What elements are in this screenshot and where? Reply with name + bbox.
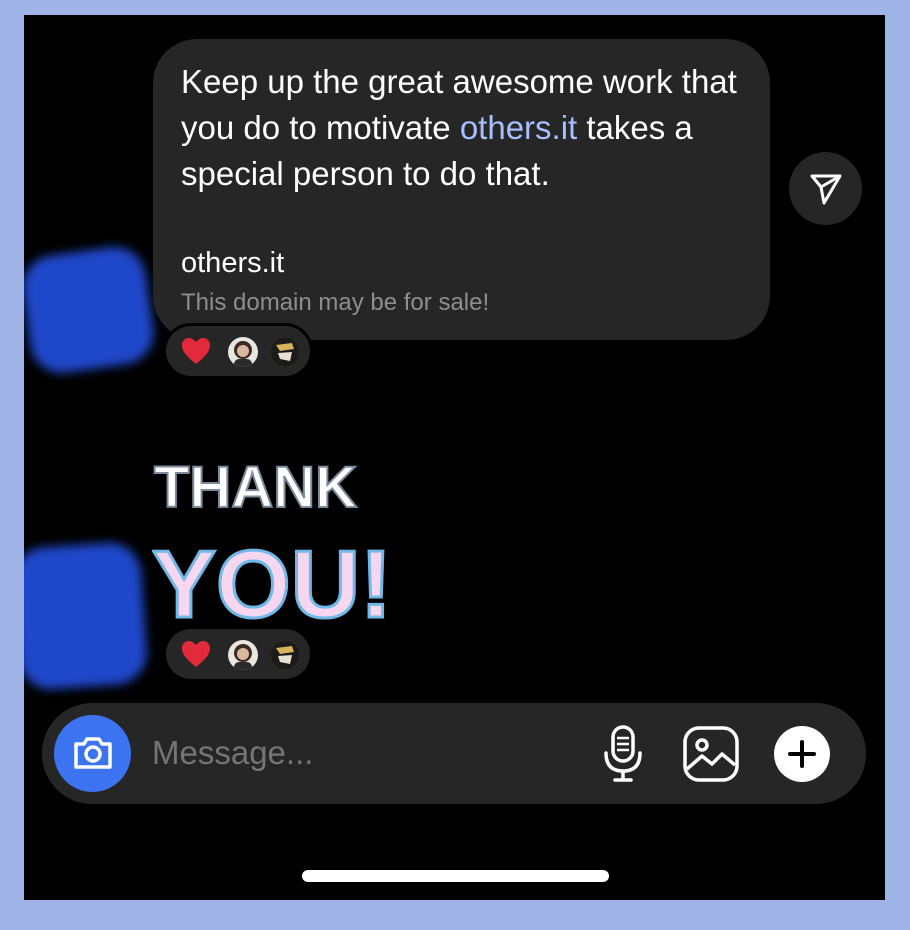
avatar xyxy=(270,337,300,367)
add-button[interactable] xyxy=(774,726,830,782)
link-preview-subtitle: This domain may be for sale! xyxy=(181,289,490,316)
avatar xyxy=(228,337,258,367)
link-preview-title[interactable]: others.it xyxy=(181,247,284,280)
gallery-icon[interactable] xyxy=(682,725,740,783)
share-button[interactable] xyxy=(789,152,862,225)
send-icon xyxy=(810,174,842,205)
sticker-line-1: THANK xyxy=(154,455,357,520)
reactions-bar[interactable] xyxy=(163,323,313,379)
avatar xyxy=(270,640,300,670)
blurred-avatar xyxy=(24,540,149,692)
avatar xyxy=(228,640,258,670)
camera-icon xyxy=(74,737,112,769)
heart-icon xyxy=(182,338,210,364)
camera-button[interactable] xyxy=(54,715,131,792)
message-input[interactable] xyxy=(152,731,452,775)
heart-icon xyxy=(182,641,210,667)
microphone-icon[interactable] xyxy=(602,725,644,783)
chat-screen: Keep up the great awesome work that you … xyxy=(24,15,885,900)
message-bubble[interactable]: Keep up the great awesome work that you … xyxy=(153,39,770,340)
message-composer xyxy=(42,703,866,804)
plus-icon xyxy=(788,740,816,768)
reactions-bar[interactable] xyxy=(163,626,313,682)
sticker-line-2: YOU! xyxy=(152,531,392,627)
message-text: Keep up the great awesome work that you … xyxy=(181,59,761,197)
thank-you-sticker: THANK YOU! xyxy=(152,454,394,627)
blurred-avatar xyxy=(24,242,158,378)
message-link[interactable]: others.it xyxy=(460,109,577,146)
home-indicator[interactable] xyxy=(302,870,609,882)
